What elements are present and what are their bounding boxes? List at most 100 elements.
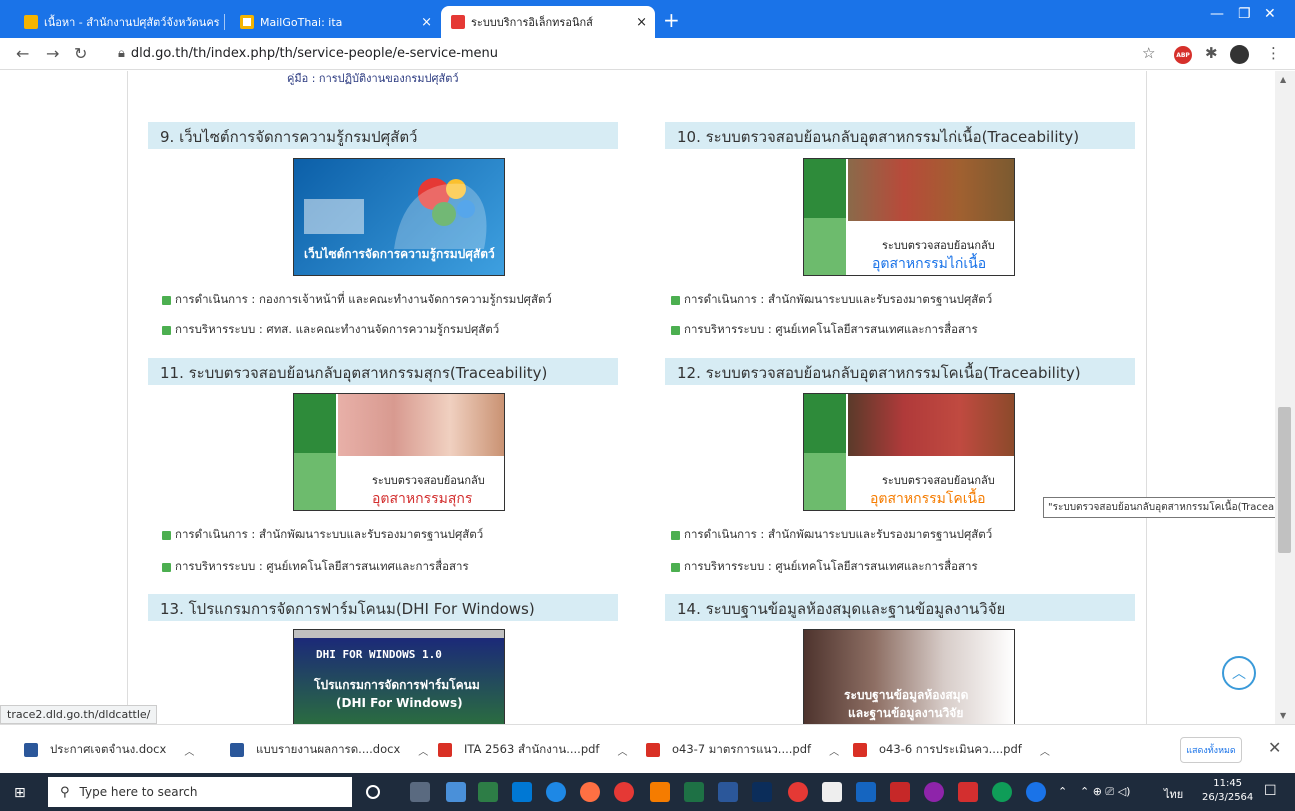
restore-icon[interactable]: ❐: [1238, 6, 1251, 22]
scroll-up-icon[interactable]: ▲: [1280, 75, 1286, 84]
chrome-icon[interactable]: [614, 782, 634, 802]
profile-avatar-icon[interactable]: [1230, 45, 1249, 64]
chevron-up-icon[interactable]: ︿: [829, 743, 839, 758]
tab-title: ระบบบริการอิเล็กทรอนิกส์: [471, 16, 593, 29]
admin-text: การบริหารระบบ : ศทส. และคณะทำงานจัดการคว…: [175, 322, 500, 336]
explorer-icon[interactable]: [446, 782, 466, 802]
scroll-down-icon[interactable]: ▼: [1280, 711, 1286, 720]
browser-tab-bar: เนื้อหา - สำนักงานปศุสัตว์จังหวัดนครป × …: [0, 0, 1295, 38]
tray-expand-icon[interactable]: ⌃: [1058, 785, 1067, 798]
app-icon[interactable]: [924, 782, 944, 802]
link-tooltip: "ระบบตรวจสอบย้อนกลับอุตสาหกรรมโคเนื้อ(Tr…: [1043, 497, 1295, 518]
banner-caption-2: โปรแกรมการจัดการฟาร์มโคนม: [314, 678, 480, 692]
edge-legacy-icon[interactable]: [546, 782, 566, 802]
firefox-icon[interactable]: [580, 782, 600, 802]
tab-title: เนื้อหา - สำนักงานปศุสัตว์จังหวัดนครป ×: [44, 16, 220, 29]
menu-kebab-icon[interactable]: ⋮: [1266, 44, 1281, 62]
banner-caption-1: ระบบฐานข้อมูลห้องสมุด: [844, 688, 969, 702]
section-title: 9. เว็บไซต์การจัดการความรู้กรมปศุสัตว์: [148, 122, 618, 149]
pig-traceability-banner[interactable]: ระบบตรวจสอบย้อนกลับ อุตสาหกรรมสุกร: [293, 393, 505, 511]
tab-mail[interactable]: MailGoThai: ita ×: [230, 6, 440, 38]
green-block: [294, 394, 336, 453]
download-item[interactable]: o43-6 การประเมินคว....pdf ︿: [853, 741, 1050, 759]
download-item[interactable]: o43-7 มาตรการแนว....pdf ︿: [646, 741, 839, 759]
minimize-icon[interactable]: —: [1210, 6, 1224, 22]
operation-text: การดำเนินการ : สำนักพัฒนาระบบและรับรองมา…: [684, 292, 993, 306]
powerpoint-icon[interactable]: [890, 782, 910, 802]
bullet-icon: [671, 562, 680, 572]
download-name: ITA 2563 สำนักงาน....pdf: [464, 742, 600, 756]
windows-taskbar: ⊞ ⚲ Type here to search ⌃ ⌃ ⊕ ⎚ ◁) ไทย 1…: [0, 773, 1295, 811]
taskbar-clock[interactable]: 11:45 26/3/2564: [1202, 777, 1253, 805]
windows-start-icon[interactable]: ⊞: [14, 785, 26, 801]
close-downloads-icon[interactable]: ✕: [1268, 738, 1281, 757]
tab-separator: [224, 14, 225, 30]
close-tab-icon[interactable]: ×: [636, 15, 647, 30]
tab-eservice[interactable]: ระบบบริการอิเล็กทรอนิกส์ ×: [441, 6, 655, 38]
banner-caption-1: ระบบตรวจสอบย้อนกลับ: [882, 239, 995, 252]
km-website-banner[interactable]: เว็บไซต์การจัดการความรู้กรมปศุสัตว์: [293, 158, 505, 276]
excel-icon[interactable]: [684, 782, 704, 802]
extensions-icon[interactable]: ✱: [1205, 44, 1218, 62]
green-block: [294, 453, 336, 510]
chevron-up-icon[interactable]: ︿: [617, 743, 627, 758]
mail-app-icon[interactable]: [512, 782, 532, 802]
reload-icon[interactable]: ↻: [74, 44, 87, 63]
chevron-up-icon[interactable]: ︿: [184, 743, 194, 758]
download-item[interactable]: ITA 2563 สำนักงาน....pdf ︿: [438, 741, 627, 759]
notepad-icon[interactable]: [822, 782, 842, 802]
opera-icon[interactable]: [788, 782, 808, 802]
clock-time: 11:45: [1213, 778, 1243, 789]
section-9-admin: การบริหารระบบ : ศทส. และคณะทำงานจัดการคว…: [162, 321, 499, 339]
new-tab-button[interactable]: +: [663, 8, 680, 32]
section-10-admin: การบริหารระบบ : ศูนย์เทคโนโลยีสารสนเทศแล…: [671, 321, 978, 339]
scrollbar-thumb[interactable]: [1278, 407, 1291, 553]
partial-heading: คู่มือ : การปฏิบัติงานของกรมปศุสัตว์: [287, 72, 459, 85]
tab-title: MailGoThai: ita: [260, 15, 343, 29]
download-name: o43-6 การประเมินคว....pdf: [879, 742, 1022, 756]
language-indicator[interactable]: ไทย: [1164, 785, 1183, 803]
show-all-downloads-button[interactable]: แสดงทั้งหมด: [1180, 737, 1242, 763]
site-favicon-icon: [24, 15, 38, 29]
section-12-operation: การดำเนินการ : สำนักพัฒนาระบบและรับรองมา…: [671, 526, 992, 544]
chevron-up-icon[interactable]: ︿: [1040, 743, 1050, 758]
cortana-icon[interactable]: [366, 785, 380, 799]
library-banner[interactable]: ระบบฐานข้อมูลห้องสมุด และฐานข้อมูลงานวิจ…: [803, 629, 1015, 724]
word-icon[interactable]: [718, 782, 738, 802]
notification-icon[interactable]: ☐: [1264, 783, 1277, 799]
back-to-top-button[interactable]: ︿: [1222, 656, 1256, 690]
edge-icon[interactable]: [992, 782, 1012, 802]
banner-caption-2: อุตสาหกรรมโคเนื้อ: [870, 491, 986, 507]
banner-caption: เว็บไซต์การจัดการความรู้กรมปศุสัตว์: [304, 247, 495, 261]
chrome-active-icon[interactable]: [1026, 782, 1046, 802]
vertical-scrollbar[interactable]: [1275, 71, 1295, 724]
close-tab-icon[interactable]: ×: [421, 15, 432, 30]
forward-icon[interactable]: →: [46, 44, 59, 63]
filezilla-icon[interactable]: [958, 782, 978, 802]
chicken-traceability-banner[interactable]: ระบบตรวจสอบย้อนกลับ อุตสาหกรรมไก่เนื้อ: [803, 158, 1015, 276]
chevron-up-icon[interactable]: ︿: [418, 743, 428, 758]
illustrator-icon[interactable]: [650, 782, 670, 802]
app-icon[interactable]: [856, 782, 876, 802]
operation-text: การดำเนินการ : สำนักพัฒนาระบบและรับรองมา…: [684, 527, 993, 541]
url-field[interactable]: 🔒︎ dld.go.th/th/index.php/th/service-peop…: [118, 46, 498, 61]
back-icon[interactable]: ←: [16, 44, 29, 63]
download-item[interactable]: แบบรายงานผลการด....docx ︿: [230, 741, 428, 759]
taskbar-search[interactable]: ⚲ Type here to search: [48, 777, 352, 807]
banner-caption-1: DHI FOR WINDOWS 1.0: [316, 648, 442, 661]
download-name: o43-7 มาตรการแนว....pdf: [672, 742, 812, 756]
download-item[interactable]: ประกาศเจตจำนง.docx ︿: [24, 741, 194, 759]
window-close-icon[interactable]: ✕: [1264, 6, 1276, 22]
adblock-icon[interactable]: ABP: [1174, 46, 1192, 64]
page-viewport: คู่มือ : การปฏิบัติงานของกรมปศุสัตว์ 9. …: [0, 71, 1295, 724]
tab-content[interactable]: เนื้อหา - สำนักงานปศุสัตว์จังหวัดนครป ×: [14, 6, 220, 38]
photoshop-icon[interactable]: [752, 782, 772, 802]
tray-icons[interactable]: ⌃ ⊕ ⎚ ◁): [1080, 785, 1130, 799]
dhi-banner[interactable]: DHI FOR WINDOWS 1.0 โปรแกรมการจัดการฟาร์…: [293, 629, 505, 724]
beef-traceability-banner[interactable]: ระบบตรวจสอบย้อนกลับ อุตสาหกรรมโคเนื้อ: [803, 393, 1015, 511]
bookmark-star-icon[interactable]: ☆: [1142, 44, 1155, 62]
section-12: 12. ระบบตรวจสอบย้อนกลับอุตสาหกรรมโคเนื้อ…: [665, 358, 1135, 385]
store-icon[interactable]: [478, 782, 498, 802]
task-view-icon[interactable]: [410, 782, 430, 802]
bullet-icon: [671, 530, 680, 540]
